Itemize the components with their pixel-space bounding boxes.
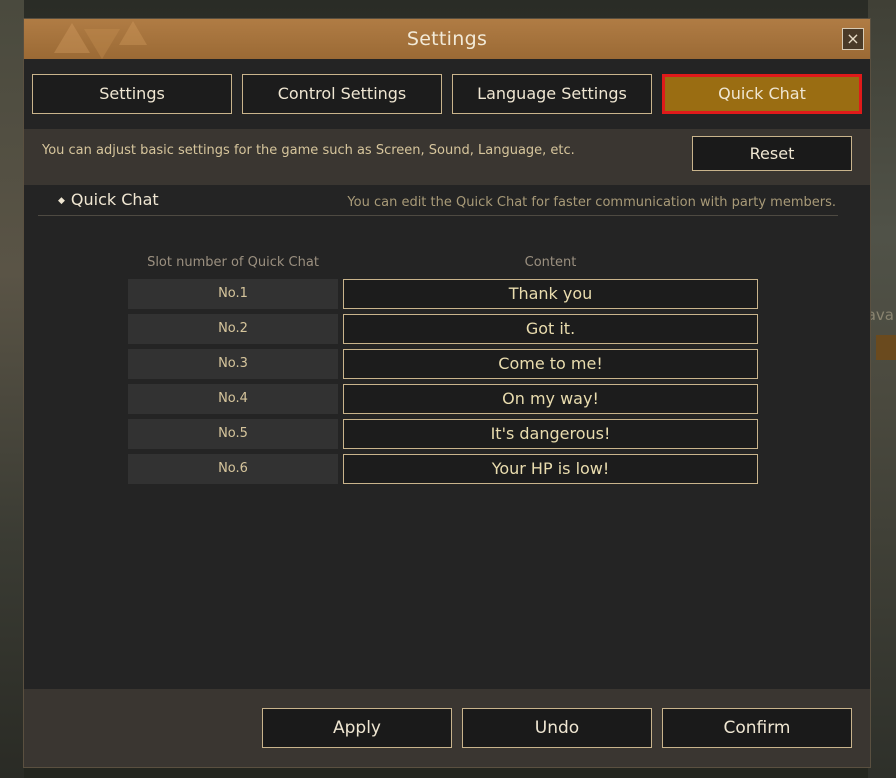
section-title: ◆ Quick Chat <box>58 190 159 209</box>
close-icon: × <box>846 29 860 48</box>
info-text: You can adjust basic settings for the ga… <box>42 143 575 158</box>
reset-button[interactable]: Reset <box>692 136 852 171</box>
apply-button[interactable]: Apply <box>262 708 452 748</box>
slot-label: No.4 <box>128 384 338 414</box>
tab-settings[interactable]: Settings <box>32 74 232 114</box>
confirm-button[interactable]: Confirm <box>662 708 852 748</box>
quick-chat-input[interactable]: Your HP is low! <box>343 454 758 484</box>
slot-label: No.2 <box>128 314 338 344</box>
quick-chat-input[interactable]: Thank you <box>343 279 758 309</box>
header-content: Content <box>524 255 577 270</box>
diamond-bullet-icon: ◆ <box>58 196 65 206</box>
section-description: You can edit the Quick Chat for faster c… <box>347 195 836 210</box>
quick-chat-input[interactable]: Got it. <box>343 314 758 344</box>
quick-chat-input[interactable]: It's dangerous! <box>343 419 758 449</box>
tab-control-settings[interactable]: Control Settings <box>242 74 442 114</box>
section-title-text: Quick Chat <box>70 190 159 209</box>
section-divider <box>38 215 838 216</box>
header-slot-number: Slot number of Quick Chat <box>147 255 319 270</box>
tab-quick-chat[interactable]: Quick Chat <box>662 74 862 114</box>
dialog-title: Settings <box>406 28 488 50</box>
title-bar: Settings × <box>24 19 870 59</box>
tab-language-settings[interactable]: Language Settings <box>452 74 652 114</box>
slot-label: No.1 <box>128 279 338 309</box>
quick-chat-input[interactable]: Come to me! <box>343 349 758 379</box>
slot-label: No.6 <box>128 454 338 484</box>
slot-label: No.5 <box>128 419 338 449</box>
background-left <box>0 0 24 778</box>
background-button-fragment <box>876 335 896 360</box>
slot-label: No.3 <box>128 349 338 379</box>
settings-dialog: Settings × Settings Control Settings Lan… <box>23 18 871 768</box>
quick-chat-input[interactable]: On my way! <box>343 384 758 414</box>
undo-button[interactable]: Undo <box>462 708 652 748</box>
close-button[interactable]: × <box>842 28 864 50</box>
background-right: ava <box>867 0 896 778</box>
